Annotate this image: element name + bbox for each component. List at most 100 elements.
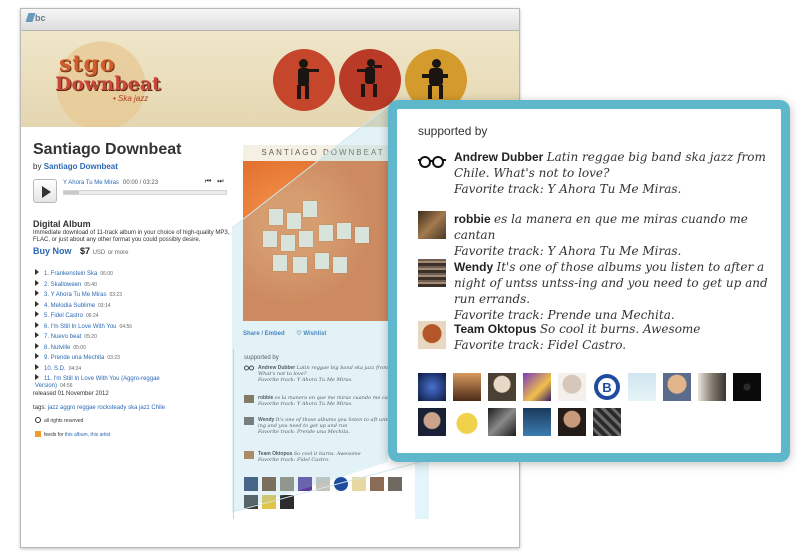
play-icon [35,353,39,359]
track-row[interactable]: 5. Fidel Castro 06:24 [35,311,235,322]
avatar[interactable] [388,477,402,491]
avatar[interactable] [280,495,294,509]
band-logo[interactable]: stgo Downbeat • Ska jazz [55,51,165,107]
supporter-entry: robbie es la manera en que me miras cuan… [418,211,778,258]
avatar[interactable] [244,495,258,509]
avatar[interactable] [453,408,481,436]
avatar[interactable] [628,373,656,401]
track-row[interactable]: 2. Skalloween 05:40 [35,279,235,291]
track-row[interactable]: 3. Y Ahora Tu Me Miras 03:23 [35,290,235,301]
track-row[interactable]: 1. Frankenstein Ska 06:00 [35,269,235,280]
avatar[interactable] [280,477,294,491]
bandcamp-logo[interactable]: bc [25,13,46,23]
band-logo-line2: Downbeat [55,73,161,95]
progress-handle[interactable] [64,191,79,194]
avatar[interactable] [593,408,621,436]
avatar[interactable] [558,408,586,436]
favorite-track: Favorite track: Prende una Mechita. [454,308,675,322]
avatar[interactable] [523,408,551,436]
avatar[interactable] [352,477,366,491]
album-cover[interactable]: SANTIAGO DOWNBEAT [243,145,403,321]
band-logo-line3: • Ska jazz [113,94,149,103]
price: $7 [80,246,91,256]
play-icon [35,342,39,349]
track-row[interactable]: 11. I'm Still In Love With You (Aggro-re… [35,374,175,389]
digital-album-title: Digital Album [33,219,91,229]
play-icon [35,321,39,328]
avatar[interactable] [298,477,312,491]
feed-links[interactable]: this album, this artist [65,432,111,438]
audio-player: Y Ahora Tu Me Miras 00:00 / 03:23 ⏮ ⏭ [33,178,229,205]
favorite-track: Favorite track: Fidel Castro. [454,338,627,352]
supporter-name[interactable]: Team Oktopus [454,322,536,336]
wishlist-link[interactable]: ♡ Wishlist [296,331,326,337]
tags-row: tags: jazz aggro reggae rocksteady ska j… [33,405,166,411]
avatar[interactable] [418,211,446,239]
avatar[interactable] [316,477,330,491]
track-list: 1. Frankenstein Ska 06:00 2. Skalloween 05… [35,269,235,389]
supporter-name[interactable]: Wendy [454,260,493,274]
play-icon [35,311,39,317]
share-embed-link[interactable]: Share / Embed [243,331,285,337]
player-track-title[interactable]: Y Ahora Tu Me Miras [63,180,119,186]
price-more: or more [107,250,129,256]
play-icon [35,300,39,307]
supporter-name[interactable]: robbie [454,212,491,226]
glasses-icon[interactable] [244,365,254,373]
avatar[interactable] [244,451,254,459]
avatar[interactable] [698,373,726,401]
avatar[interactable] [523,373,551,401]
prev-next-icon[interactable]: ⏮ ⏭ [205,178,226,186]
release-date: released 01 November 2012 [33,391,109,397]
trumpet-player-disc [273,49,335,111]
buy-now-button[interactable]: Buy Now [33,246,72,256]
tag-links[interactable]: jazz aggro reggae rocksteady ska jazz Ch… [48,405,165,411]
rss-icon [35,431,41,437]
avatar[interactable] [558,373,586,401]
avatar[interactable] [418,321,446,349]
cover-band-text: SANTIAGO DOWNBEAT [243,145,403,161]
avatar[interactable] [244,395,254,403]
play-icon [35,332,39,338]
track-row[interactable]: 8. Nutville 05:00 [35,342,235,354]
supported-by-heading: supported by [418,124,488,138]
b-logo-avatar[interactable]: B [593,373,621,401]
avatar[interactable] [370,477,384,491]
play-icon [35,363,39,370]
avatar[interactable] [418,259,446,287]
track-row[interactable]: 7. Nuevo beat 05:20 [35,332,235,343]
track-row[interactable]: 4. Melodia Sublime 03:14 [35,300,235,312]
avatar[interactable] [244,417,254,425]
play-icon [35,269,39,275]
avatar[interactable] [663,373,691,401]
avatar[interactable] [488,408,516,436]
share-row: Share / Embed ♡ Wishlist [243,330,326,337]
supporter-entry: Andrew Dubber Latin reggae big band ska … [418,149,778,201]
avatar[interactable] [244,477,258,491]
glasses-icon[interactable] [418,149,446,177]
avatar[interactable] [262,495,276,509]
supporter-comment: es la manera en que me miras cuando me c… [454,212,748,242]
supporter-entry: Wendy It's one of those albums you liste… [418,259,778,322]
artist-link[interactable]: Santiago Downbeat [44,162,118,171]
svg-text:B: B [602,380,611,395]
avatar[interactable] [453,373,481,401]
album-title: Santiago Downbeat [33,141,182,158]
avatar[interactable] [262,477,276,491]
track-row[interactable]: 9. Prende una Mechita 03:23 [35,353,235,364]
avatar[interactable] [488,373,516,401]
supporter-name[interactable]: Andrew Dubber [454,150,543,164]
avatar[interactable] [418,373,446,401]
supporter-comment: It's one of those albums you listen to a… [454,260,768,306]
play-icon [35,290,39,296]
player-time: 00:00 / 03:23 [123,180,159,186]
player-progress-bar[interactable] [63,190,227,195]
avatar[interactable] [418,408,446,436]
play-button[interactable] [33,179,57,203]
play-icon [35,374,39,380]
avatar[interactable] [334,477,348,491]
avatar[interactable] [733,373,761,401]
track-row[interactable]: 6. I'm Still In Love With You 04:56 [35,321,235,333]
track-row[interactable]: 10. S.D. 04:24 [35,363,235,375]
play-icon [35,279,39,286]
